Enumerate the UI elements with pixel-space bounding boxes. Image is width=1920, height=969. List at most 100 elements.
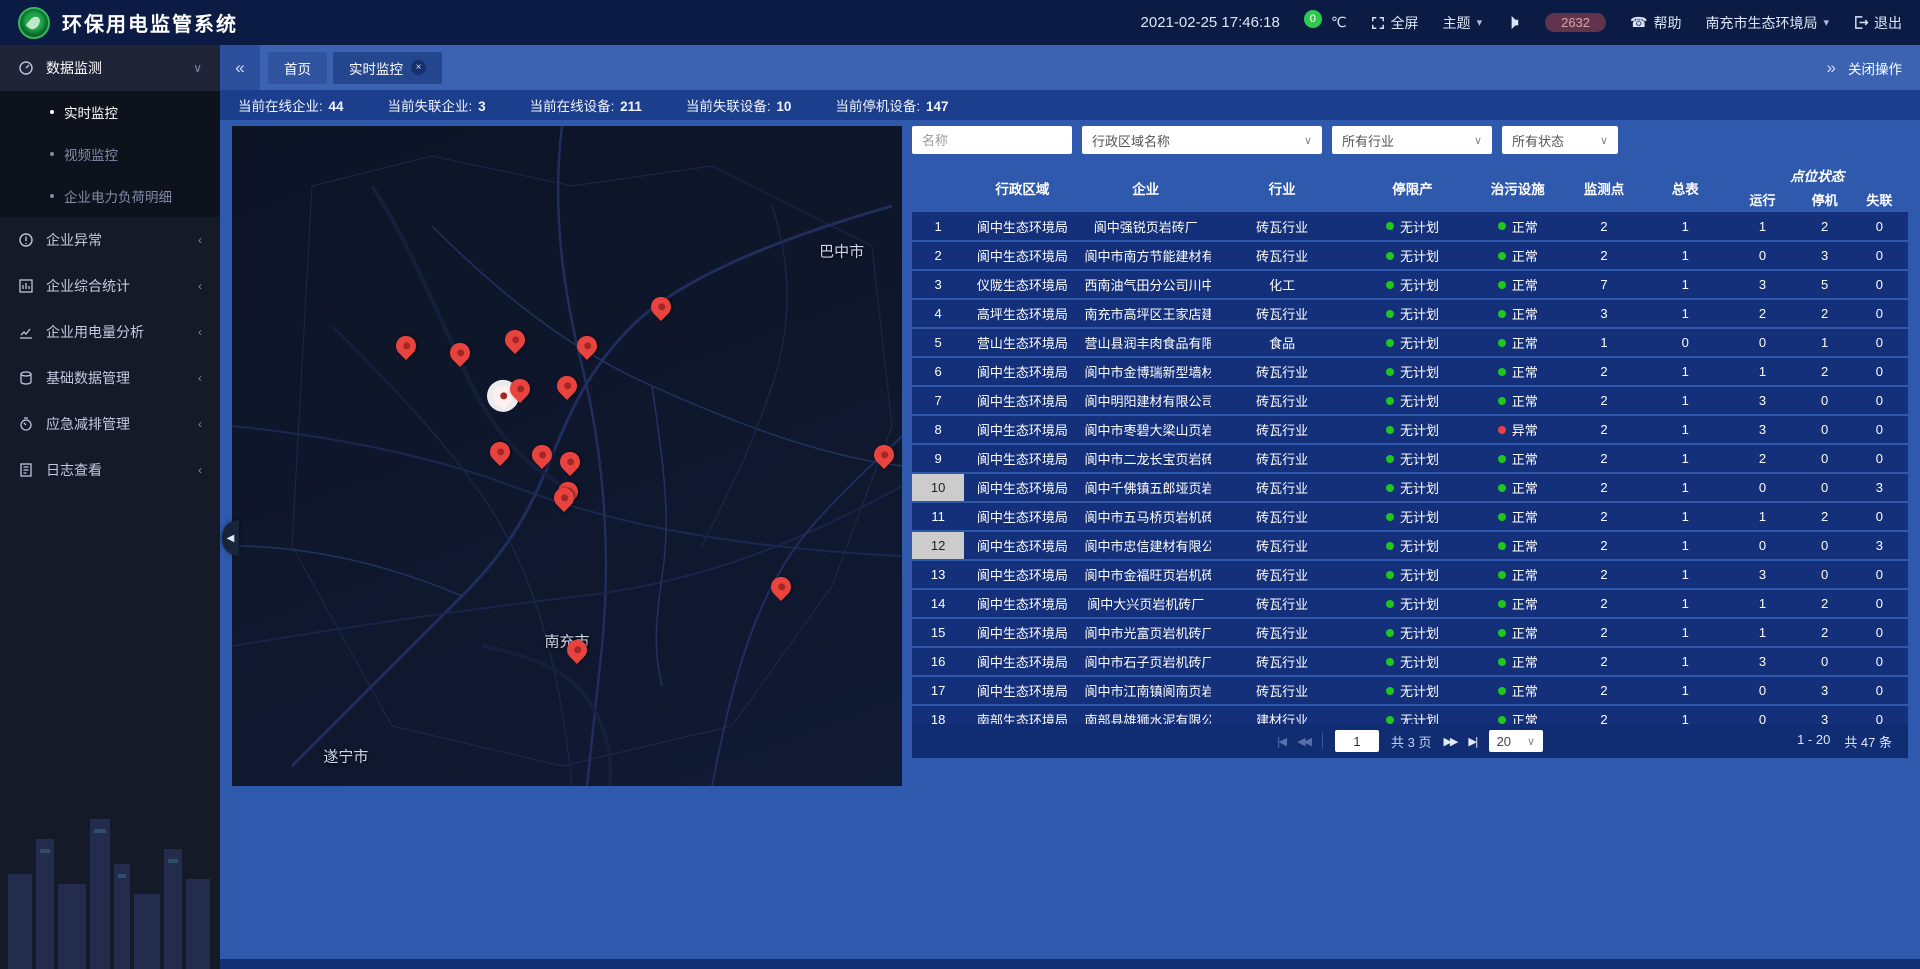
tabs-scroll-right-button[interactable]: » xyxy=(1827,58,1836,78)
temperature-badge: 0 xyxy=(1304,10,1322,28)
map-pin[interactable] xyxy=(767,573,795,601)
col-company: 企业 xyxy=(1081,164,1211,212)
cell-treat-status: 正常 xyxy=(1472,357,1564,386)
table-row[interactable]: 15阆中生态环境局阆中市光富页岩机砖厂砖瓦行业无计划正常21120 xyxy=(912,618,1908,647)
map-pin[interactable] xyxy=(563,636,591,664)
table-row[interactable]: 13阆中生态环境局阆中市金福旺页岩机砖砖瓦行业无计划正常21300 xyxy=(912,560,1908,589)
status-text: 无计划 xyxy=(1400,336,1439,351)
next-page-button[interactable]: ▶▶ xyxy=(1443,735,1456,748)
cell-treat-status: 正常 xyxy=(1472,647,1564,676)
org-dropdown[interactable]: 南充市生态环境局 ▾ xyxy=(1705,13,1829,33)
close-operations-button[interactable]: 关闭操作 xyxy=(1848,58,1902,78)
table-row[interactable]: 9阆中生态环境局阆中市二龙长宝页岩砖砖瓦行业无计划正常21200 xyxy=(912,444,1908,473)
table-row[interactable]: 12阆中生态环境局阆中市忠信建材有限公砖瓦行业无计划正常21003 xyxy=(912,531,1908,560)
map-pin[interactable] xyxy=(501,325,529,353)
map-collapse-button[interactable]: ◀ xyxy=(222,520,239,556)
cell-monitor: 2 xyxy=(1564,589,1644,618)
map-pin[interactable] xyxy=(486,438,514,466)
sidebar-item-power-usage-analysis[interactable]: 企业用电量分析‹ xyxy=(0,309,220,355)
last-page-button[interactable]: ▶| xyxy=(1468,735,1476,748)
sidebar-item-enterprise-statistics[interactable]: 企业综合统计‹ xyxy=(0,263,220,309)
table-row[interactable]: 7阆中生态环境局阆中明阳建材有限公司砖瓦行业无计划正常21300 xyxy=(912,386,1908,415)
page-number-input[interactable] xyxy=(1335,730,1379,752)
help-button[interactable]: ☎ 帮助 xyxy=(1630,13,1681,33)
sidebar-item-emergency-reduction[interactable]: 应急减排管理‹ xyxy=(0,401,220,447)
table-row[interactable]: 18南部生态环境局南部县雄狮水泥有限公建材行业无计划正常21030 xyxy=(912,705,1908,724)
sidebar-subitem-power-load-detail[interactable]: 企业电力负荷明细 xyxy=(0,175,220,217)
tabs-scroll-left-button[interactable]: « xyxy=(220,45,260,90)
table-row[interactable]: 2阆中生态环境局阆中市南方节能建材有砖瓦行业无计划正常21030 xyxy=(912,241,1908,270)
map-pin[interactable] xyxy=(553,372,581,400)
sidebar-item-base-data-management[interactable]: 基础数据管理‹ xyxy=(0,355,220,401)
map-pin[interactable] xyxy=(446,339,474,367)
logout-button[interactable]: 退出 xyxy=(1853,13,1902,33)
status-text: 无计划 xyxy=(1400,307,1439,322)
map-pin[interactable] xyxy=(870,441,898,469)
cell-monitor: 2 xyxy=(1564,357,1644,386)
table-row[interactable]: 4高坪生态环境局南充市高坪区王家店建砖瓦行业无计划正常31220 xyxy=(912,299,1908,328)
cell-halt: 0 xyxy=(1799,386,1851,415)
map-pin[interactable] xyxy=(556,448,584,476)
cell-region: 阆中生态环境局 xyxy=(964,647,1080,676)
fullscreen-button[interactable]: 全屏 xyxy=(1371,13,1419,33)
volume-button[interactable] xyxy=(1506,15,1521,30)
region-filter-select[interactable]: 行政区域名称 ∨ xyxy=(1082,126,1322,154)
map-pin[interactable] xyxy=(392,332,420,360)
status-text: 正常 xyxy=(1512,713,1538,724)
col-lost: 失联 xyxy=(1851,186,1908,212)
tab-realtime-monitor[interactable]: 实时监控× xyxy=(333,52,442,84)
table-row[interactable]: 14阆中生态环境局阆中大兴页岩机砖厂砖瓦行业无计划正常21120 xyxy=(912,589,1908,618)
alert-icon xyxy=(18,232,34,248)
tab-close-icon[interactable]: × xyxy=(411,60,426,75)
cell-treat-status: 正常 xyxy=(1472,589,1564,618)
map-pin[interactable] xyxy=(528,441,556,469)
theme-dropdown[interactable]: 主题 ▾ xyxy=(1443,13,1483,33)
cell-meter: 1 xyxy=(1644,647,1726,676)
sidebar-subitem-realtime-monitor[interactable]: 实时监控 xyxy=(0,91,220,133)
status-filter-select[interactable]: 所有状态 ∨ xyxy=(1502,126,1618,154)
status-text: 正常 xyxy=(1512,220,1538,235)
cell-stop-status: 无计划 xyxy=(1353,473,1471,502)
sidebar-item-data-monitoring[interactable]: 数据监测∨ xyxy=(0,45,220,91)
cell-monitor: 2 xyxy=(1564,531,1644,560)
tab-bar: « 首页实时监控× » 关闭操作 xyxy=(220,45,1920,90)
sidebar-subitem-video-monitor[interactable]: 视频监控 xyxy=(0,133,220,175)
chevron-icon: ‹ xyxy=(198,279,202,293)
cell-treat-status: 正常 xyxy=(1472,473,1564,502)
status-dot-icon xyxy=(1498,368,1506,376)
stat-online-enterprises: 当前在线企业: 44 xyxy=(238,95,344,115)
map-pin[interactable] xyxy=(647,292,675,320)
sidebar-item-enterprise-abnormal[interactable]: 企业异常‹ xyxy=(0,217,220,263)
table-row[interactable]: 1阆中生态环境局阆中强锐页岩砖厂砖瓦行业无计划正常21120 xyxy=(912,212,1908,241)
cell-stop-status: 无计划 xyxy=(1353,560,1471,589)
chevron-icon: ‹ xyxy=(198,417,202,431)
cell-company: 阆中市石子页岩机砖厂 xyxy=(1081,647,1211,676)
status-dot-icon xyxy=(1498,571,1506,579)
table-row[interactable]: 10阆中生态环境局阆中千佛镇五郎垭页岩砖瓦行业无计划正常21003 xyxy=(912,473,1908,502)
table-row[interactable]: 3仪陇生态环境局西南油气田分公司川中化工无计划正常71350 xyxy=(912,270,1908,299)
cell-industry: 砖瓦行业 xyxy=(1211,676,1353,705)
page-size-select[interactable]: 20 ∨ xyxy=(1489,730,1544,752)
table-row[interactable]: 5营山生态环境局营山县润丰肉食品有限食品无计划正常10010 xyxy=(912,328,1908,357)
map-pin[interactable] xyxy=(573,332,601,360)
gauge-icon xyxy=(18,60,34,76)
cell-lost: 0 xyxy=(1851,299,1908,328)
table-row[interactable]: 6阆中生态环境局阆中市金博瑞新型墙材砖瓦行业无计划正常21120 xyxy=(912,357,1908,386)
name-filter-input[interactable] xyxy=(912,126,1072,154)
tab-home[interactable]: 首页 xyxy=(268,52,327,84)
map-panel[interactable]: 巴中市南充市遂宁市 xyxy=(232,126,902,786)
first-page-button[interactable]: |◀ xyxy=(1277,735,1285,748)
prev-page-button[interactable]: ◀◀ xyxy=(1297,735,1310,748)
table-row[interactable]: 17阆中生态环境局阆中市江南镇阆南页岩砖瓦行业无计划正常21030 xyxy=(912,676,1908,705)
cell-run: 3 xyxy=(1726,386,1798,415)
sidebar-item-log-view[interactable]: 日志查看‹ xyxy=(0,447,220,493)
table-row[interactable]: 8阆中生态环境局阆中市枣碧大梁山页岩砖瓦行业无计划异常21300 xyxy=(912,415,1908,444)
cell-meter: 1 xyxy=(1644,473,1726,502)
stat-label: 当前停机设备: xyxy=(835,99,924,114)
alert-count-badge[interactable]: 2632 xyxy=(1545,13,1606,32)
table-row[interactable]: 16阆中生态环境局阆中市石子页岩机砖厂砖瓦行业无计划正常21300 xyxy=(912,647,1908,676)
industry-filter-select[interactable]: 所有行业 ∨ xyxy=(1332,126,1492,154)
cell-index: 18 xyxy=(912,705,964,724)
table-row[interactable]: 11阆中生态环境局阆中市五马桥页岩机砖砖瓦行业无计划正常21120 xyxy=(912,502,1908,531)
cell-halt: 2 xyxy=(1799,502,1851,531)
